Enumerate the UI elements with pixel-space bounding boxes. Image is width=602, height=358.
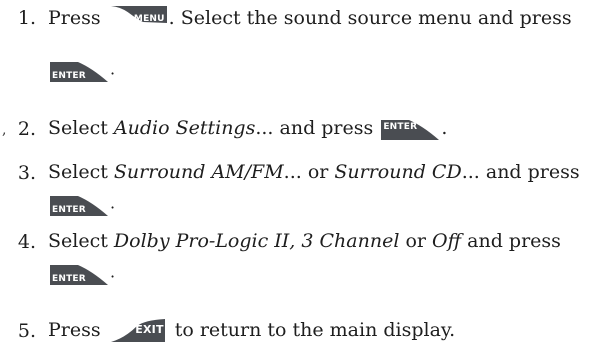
- step-2-line: Select Audio Settings... and press ENTER…: [48, 114, 447, 142]
- step-3-end: .: [110, 193, 116, 213]
- step-1-line: Press MENU . Select the sound source men…: [48, 4, 572, 32]
- step-2-italic: Audio Settings: [113, 117, 256, 139]
- step-3-italic-a: Surround AM/FM: [113, 161, 284, 183]
- step-2-text-a: Select: [48, 117, 108, 139]
- step-4-enter-line: ENTER .: [48, 259, 115, 287]
- step-2-number: 2.: [17, 118, 36, 140]
- step-4-text-c: and press: [467, 230, 561, 252]
- step-4-line: Select Dolby Pro-Logic II, 3 Channel or …: [48, 228, 561, 253]
- enter-key-icon: ENTER: [48, 259, 110, 287]
- step-4-end: .: [110, 262, 116, 282]
- step-4-italic-b: Off: [432, 230, 462, 252]
- step-1-enter-line: ENTER .: [48, 56, 115, 84]
- step-1-text-a: Press: [48, 7, 101, 29]
- step-2-text-b: ... and press: [255, 117, 374, 139]
- instruction-document: , 1. Press MENU . Select the sound sourc…: [0, 0, 602, 358]
- step-4-italic-a: Dolby Pro-Logic II, 3 Channel: [113, 230, 400, 252]
- exit-key-icon: EXIT: [107, 316, 169, 344]
- step-2-end: .: [441, 117, 448, 139]
- enter-key-label: ENTER: [52, 71, 86, 81]
- step-1-number: 1.: [17, 7, 36, 29]
- enter-key-label: ENTER: [52, 205, 86, 215]
- step-5-number: 5.: [17, 320, 36, 342]
- step-3-line: Select Surround AM/FM... or Surround CD.…: [48, 159, 580, 184]
- step-4-number: 4.: [17, 231, 36, 253]
- step-5-line: Press EXIT to return to the main display…: [48, 316, 455, 344]
- step-4-text-b: or: [405, 230, 426, 252]
- enter-key-icon: ENTER: [48, 56, 110, 84]
- enter-key-label: ENTER: [52, 274, 86, 284]
- step-1-text-b: . Select the sound source menu and press: [168, 7, 572, 29]
- exit-key-label: EXIT: [135, 323, 164, 336]
- step-4-text-a: Select: [48, 230, 108, 252]
- enter-key-icon: ENTER: [379, 114, 441, 142]
- step-5-text-a: Press: [48, 319, 101, 341]
- step-3-number: 3.: [17, 162, 36, 184]
- step-3-text-a: Select: [48, 161, 108, 183]
- enter-key-label: ENTER: [383, 122, 418, 132]
- enter-key-icon: ENTER: [48, 190, 110, 218]
- menu-key-label: MENU: [133, 14, 165, 24]
- menu-key-icon: MENU: [107, 4, 169, 32]
- step-3-text-b: ... or: [283, 161, 329, 183]
- step-1-end: .: [110, 59, 116, 79]
- step-3-enter-line: ENTER .: [48, 190, 115, 218]
- step-3-italic-b: Surround CD: [334, 161, 462, 183]
- step-5-text-b: to return to the main display.: [174, 319, 456, 341]
- step-3-text-c: ... and press: [461, 161, 580, 183]
